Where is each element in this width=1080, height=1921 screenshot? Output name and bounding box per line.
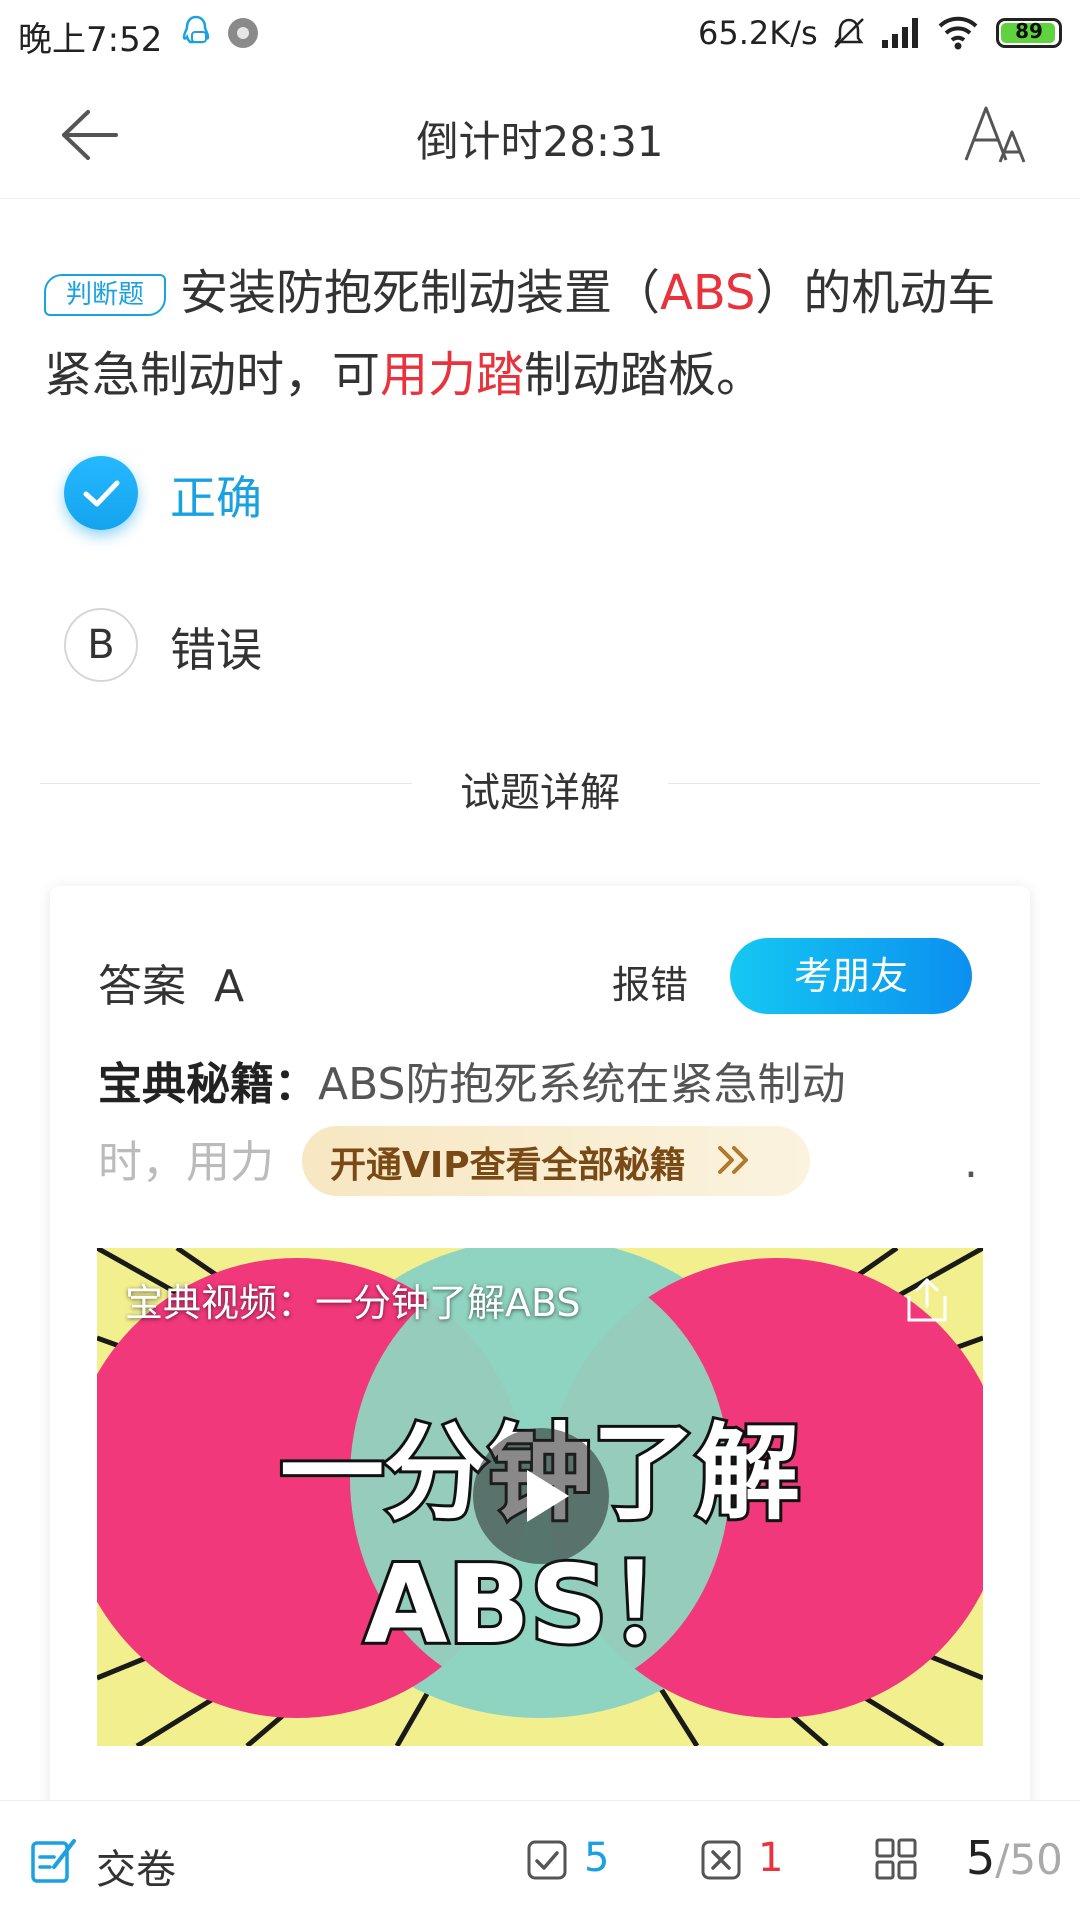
vip-unlock-label: 开通VIP查看全部秘籍: [330, 1145, 686, 1186]
wrong-checkbox-icon: [701, 1840, 741, 1880]
report-error-button[interactable]: 报错: [612, 954, 688, 1009]
tip-trailing: .: [964, 1137, 978, 1188]
correct-count: 5: [584, 1835, 610, 1881]
question-type-badge: 判断题: [44, 274, 167, 316]
question-highlight-press: 用力踏: [380, 347, 525, 403]
mute-bell-icon: [834, 18, 864, 48]
vip-unlock-button[interactable]: 开通VIP查看全部秘籍: [302, 1126, 810, 1196]
question-progress[interactable]: 5/50: [966, 1831, 1063, 1885]
test-friend-button[interactable]: 考朋友: [730, 938, 972, 1014]
battery-icon: 89: [996, 18, 1062, 48]
divider-right: [668, 783, 1040, 784]
play-icon[interactable]: [473, 1428, 609, 1564]
question-text-part-1: 安装防抱死制动装置（: [180, 265, 661, 321]
option-b-label: 错误: [170, 623, 262, 677]
status-bar: 晚上7:52 65.2K/s 89: [0, 0, 1080, 70]
tip-title: 宝典秘籍：: [98, 1059, 318, 1110]
explanation-card: 答案 A 报错 考朋友 宝典秘籍：ABS防抱死系统在紧急制动 时，用力. 开通V…: [50, 886, 1030, 1920]
submit-label[interactable]: 交卷: [96, 1837, 176, 1895]
correct-checkbox-icon: [527, 1840, 567, 1880]
tip-body-faded: 时，用力: [98, 1137, 274, 1188]
share-icon[interactable]: [899, 1274, 953, 1324]
submit-paper-icon[interactable]: [30, 1835, 78, 1885]
video-title: 宝典视频：一分钟了解ABS: [125, 1281, 581, 1325]
network-speed: 65.2K/s: [698, 14, 818, 52]
battery-level: 89: [1015, 19, 1043, 43]
answer-value: A: [213, 961, 245, 1012]
top-app-bar: 倒计时28:31: [0, 70, 1080, 199]
answer-label: 答案: [98, 961, 186, 1012]
wifi-icon: [938, 16, 978, 50]
option-a-label: 正确: [170, 471, 262, 525]
checkmark-icon: [64, 456, 138, 530]
video-player[interactable]: 宝典视频：一分钟了解ABS 一分钟了解 ABS！: [97, 1248, 983, 1746]
question-grid-icon[interactable]: [874, 1837, 918, 1881]
wrong-count: 1: [758, 1835, 784, 1881]
current-question: 5: [966, 1831, 996, 1885]
option-b-letter: B: [64, 608, 138, 682]
answer-line: 答案 A: [98, 950, 244, 1014]
countdown-timer: 倒计时28:31: [416, 117, 664, 166]
record-indicator-icon: [228, 18, 258, 48]
double-chevron-right-icon: [718, 1146, 748, 1174]
total-questions: /50: [995, 1835, 1063, 1884]
section-title: 试题详解: [460, 770, 620, 816]
font-size-icon[interactable]: [960, 100, 1030, 170]
qq-notification-icon: [182, 15, 210, 44]
signal-icon: [882, 18, 918, 48]
question-text: 判断题 安装防抱死制动装置（ABS）的机动车紧急制动时，可用力踏制动踏板。: [44, 252, 1024, 416]
question-text-part-3: 制动踏板。: [524, 347, 765, 403]
tip-body: ABS防抱死系统在紧急制动: [318, 1059, 846, 1110]
question-highlight-abs: ABS: [660, 265, 756, 321]
bottom-bar: 交卷 5 1 5/50: [0, 1800, 1080, 1921]
status-time: 晚上7:52: [18, 20, 163, 60]
